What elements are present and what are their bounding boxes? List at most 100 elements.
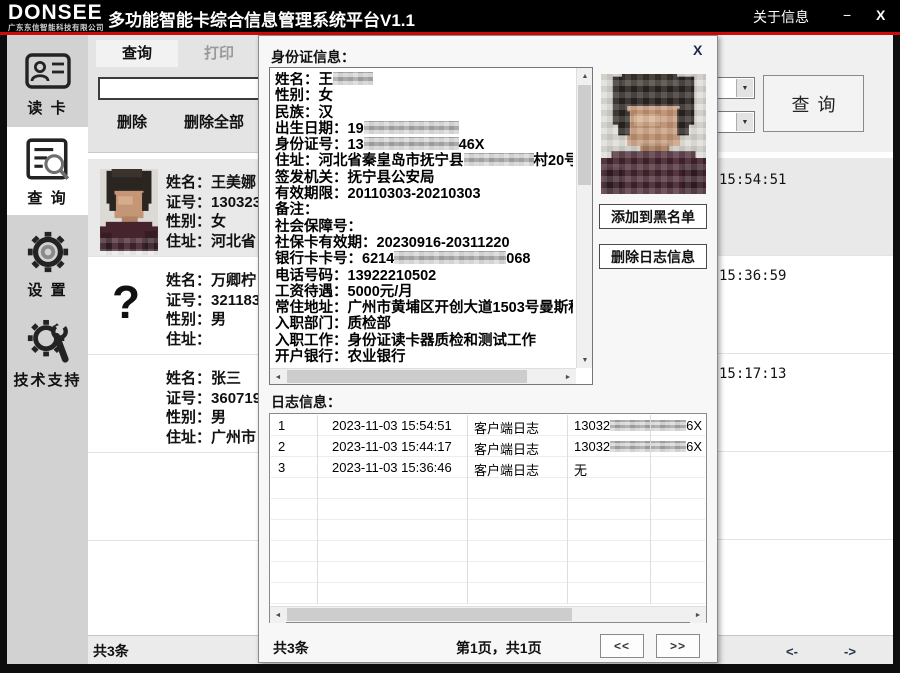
record-gender: 女	[211, 213, 226, 230]
record-address: 广州市	[211, 429, 256, 446]
log-time: 2023-11-03 15:44:17	[332, 439, 452, 454]
chevron-down-icon[interactable]: ▼	[736, 113, 753, 131]
log-empty-row	[271, 541, 705, 562]
support-wrench-icon	[25, 319, 71, 365]
field-label: 姓名：	[166, 370, 211, 387]
horizontal-scrollbar[interactable]: ◄ ►	[270, 606, 706, 622]
add-to-blacklist-button[interactable]: 添加到黑名单	[599, 204, 707, 229]
column-divider	[650, 415, 651, 604]
prev-page-arrow[interactable]: <-	[786, 644, 798, 659]
sidebar: 读 卡 查 询 设 置	[7, 35, 88, 664]
log-index: 2	[278, 439, 285, 454]
id-info-line: 电话号码：13922210502	[275, 268, 573, 284]
redacted-pixelated-text	[364, 137, 459, 150]
record-time: 15:36:59	[719, 268, 786, 284]
field-label: 姓名：	[166, 272, 211, 289]
delete-all-button[interactable]: 删除全部	[168, 110, 260, 136]
id-info-line: 工资待遇：5000元/月	[275, 284, 573, 300]
minimize-button[interactable]: −	[843, 7, 851, 23]
sidebar-item-settings[interactable]: 设 置	[7, 219, 88, 305]
delete-button[interactable]: 删除	[102, 110, 162, 136]
scroll-left-icon[interactable]: ◄	[270, 369, 286, 385]
id-info-line: 开户银行：农业银行	[275, 349, 573, 365]
id-info-textarea[interactable]: 姓名：王性别：女民族：汉出生日期：19身份证号：1346X住址：河北省秦皇岛市抚…	[269, 67, 593, 385]
dialog-close-button[interactable]: X	[693, 42, 702, 58]
id-info-line: 社会保障号：	[275, 219, 573, 235]
id-info-line: 备注：	[275, 202, 573, 218]
record-id: 130323	[211, 194, 261, 211]
redacted-pixelated-text	[364, 121, 459, 134]
title-bar: DONSEE 广东东信智能科技有限公司 多功能智能卡综合信息管理系统平台V1.1…	[0, 0, 900, 32]
scroll-right-icon[interactable]: ►	[560, 369, 576, 385]
log-index: 1	[278, 418, 285, 433]
scroll-left-icon[interactable]: ◄	[270, 607, 286, 623]
field-label: 证号：	[166, 292, 211, 309]
log-row[interactable]: 32023-11-03 15:36:46客户端日志无	[271, 457, 705, 478]
record-time: 15:17:13	[719, 366, 786, 382]
field-label: 性别：	[166, 311, 211, 328]
record-count: 共3条	[93, 641, 129, 661]
scrollbar-thumb[interactable]	[578, 85, 591, 185]
log-content: 无	[574, 460, 587, 479]
log-row[interactable]: 12023-11-03 15:54:51客户端日志130326X	[271, 415, 705, 436]
column-divider	[467, 415, 468, 604]
record-time: 15:54:51	[719, 172, 786, 188]
log-count: 共3条	[273, 638, 309, 658]
about-menu[interactable]: 关于信息	[753, 7, 809, 27]
column-divider	[317, 415, 318, 604]
redacted-pixelated-text	[464, 153, 534, 166]
column-divider	[567, 415, 568, 604]
tab-query[interactable]: 查询	[96, 40, 178, 67]
log-type: 客户端日志	[474, 460, 539, 479]
id-info-line: 出生日期：19	[275, 121, 573, 137]
record-address: 河北省	[211, 233, 256, 250]
scrollbar-thumb[interactable]	[287, 608, 572, 621]
scroll-up-icon[interactable]: ▲	[577, 68, 593, 84]
id-info-line: 姓名：王	[275, 72, 573, 88]
field-label: 住址：	[166, 331, 211, 348]
redacted-pixelated-text	[610, 441, 686, 452]
tab-print[interactable]: 打印	[178, 40, 260, 67]
record-id: 321183	[211, 292, 260, 309]
record-gender: 男	[211, 311, 226, 328]
log-empty-row	[271, 520, 705, 541]
log-empty-row	[271, 583, 705, 604]
id-info-line: 民族：汉	[275, 105, 573, 121]
sidebar-item-tech-support[interactable]: 技术支持	[7, 309, 88, 399]
prev-page-button[interactable]: <<	[600, 634, 644, 658]
id-info-text: 姓名：王性别：女民族：汉出生日期：19身份证号：1346X住址：河北省秦皇岛市抚…	[275, 72, 573, 366]
page-indicator: 第1页，共1页	[456, 638, 542, 658]
id-info-line: 住址：河北省秦皇岛市抚宁县村20号	[275, 153, 573, 169]
scroll-down-icon[interactable]: ▼	[577, 352, 593, 368]
log-empty-row	[271, 562, 705, 583]
log-row[interactable]: 22023-11-03 15:44:17客户端日志130326X	[271, 436, 705, 457]
sidebar-item-query[interactable]: 查 询	[7, 127, 88, 215]
record-name: 张三	[211, 370, 241, 387]
redacted-pixelated-text	[333, 72, 373, 85]
query-button[interactable]: 查询	[763, 75, 864, 132]
next-page-arrow[interactable]: ->	[844, 644, 856, 659]
log-index: 3	[278, 460, 285, 475]
scroll-right-icon[interactable]: ►	[690, 607, 706, 623]
log-rows: 1 2023-11-03 15:54:51 客户端日志 130326X 2 2023-11…	[271, 415, 705, 604]
id-info-line: 社保卡有效期：20230916-20311220	[275, 235, 573, 251]
id-info-line: 有效期限：20110303-20210303	[275, 186, 573, 202]
next-page-button[interactable]: >>	[656, 634, 700, 658]
gear-icon	[25, 229, 71, 275]
delete-log-button[interactable]: 删除日志信息	[599, 244, 707, 269]
chevron-down-icon[interactable]: ▼	[736, 79, 753, 97]
window-close-button[interactable]: X	[876, 7, 885, 23]
id-info-line: 入职部门：质检部	[275, 316, 573, 332]
log-empty-row	[271, 499, 705, 520]
record-name: 王美娜	[211, 174, 256, 191]
horizontal-scrollbar[interactable]: ◄ ►	[270, 368, 576, 384]
id-info-line: 性别：女	[275, 88, 573, 104]
vertical-scrollbar[interactable]: ▲ ▼	[576, 68, 592, 368]
log-content: 130326X	[574, 439, 702, 454]
record-id: 360719	[211, 390, 261, 407]
record-gender: 男	[211, 409, 226, 426]
log-time: 2023-11-03 15:54:51	[332, 418, 452, 433]
sidebar-item-read-card[interactable]: 读 卡	[7, 41, 88, 127]
scrollbar-thumb[interactable]	[287, 370, 527, 383]
log-content: 130326X	[574, 418, 702, 433]
